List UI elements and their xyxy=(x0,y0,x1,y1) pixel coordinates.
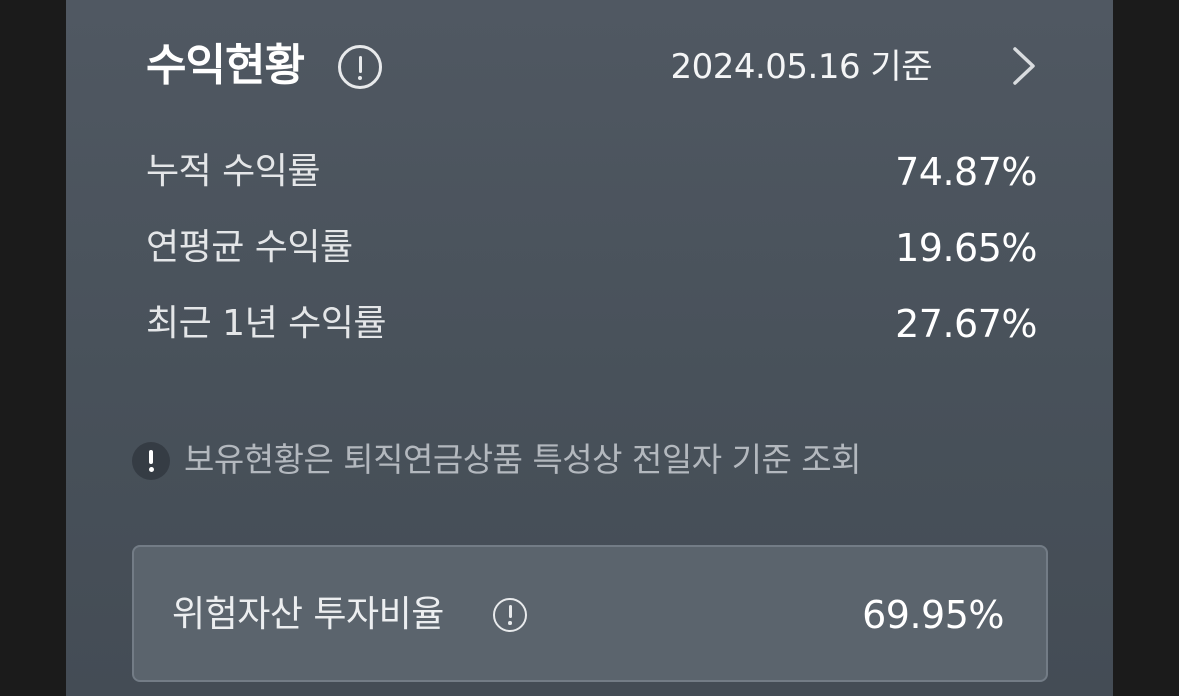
risk-asset-label: 위험자산 투자비율 xyxy=(172,594,444,635)
info-icon[interactable] xyxy=(338,45,382,89)
returns-panel: 수익현황 2024.05.16 기준 누적 수익률 74.87% 연평균 수익률… xyxy=(66,0,1113,696)
return-row-annual-average: 연평균 수익률 19.65% xyxy=(146,216,1037,292)
risk-asset-ratio-card: 위험자산 투자비율 69.95% xyxy=(132,545,1048,682)
return-value: 74.87% xyxy=(895,150,1037,194)
return-value: 19.65% xyxy=(895,226,1037,270)
returns-list: 누적 수익률 74.87% 연평균 수익률 19.65% 최근 1년 수익률 2… xyxy=(146,140,1037,368)
return-row-last-year: 최근 1년 수익률 27.67% xyxy=(146,292,1037,368)
info-icon[interactable] xyxy=(493,598,527,632)
return-row-cumulative: 누적 수익률 74.87% xyxy=(146,140,1037,216)
return-label: 누적 수익률 xyxy=(146,151,321,192)
risk-asset-value: 69.95% xyxy=(862,593,1004,637)
chevron-right-icon[interactable] xyxy=(1012,46,1036,86)
return-value: 27.67% xyxy=(895,302,1037,346)
reference-date: 2024.05.16 기준 xyxy=(670,47,932,87)
return-label: 연평균 수익률 xyxy=(146,227,353,268)
exclamation-circle-icon xyxy=(132,442,170,480)
returns-header: 수익현황 2024.05.16 기준 xyxy=(146,30,1039,102)
page-title: 수익현황 xyxy=(146,40,305,91)
notice-text: 보유현황은 퇴직연금상품 특성상 전일자 기준 조회 xyxy=(184,440,862,479)
return-label: 최근 1년 수익률 xyxy=(146,303,387,344)
